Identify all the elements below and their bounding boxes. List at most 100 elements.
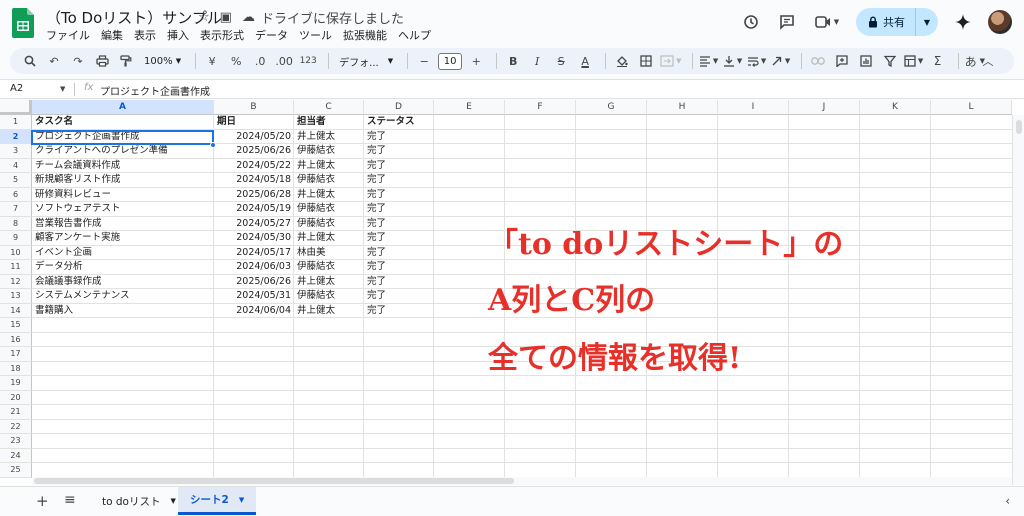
table-cell[interactable]: 林由美 xyxy=(294,246,364,261)
row-header[interactable]: 22 xyxy=(0,419,32,434)
table-cell[interactable]: 井上健太 xyxy=(294,304,364,319)
sheet-tab-todo[interactable]: to doリスト ▼ xyxy=(90,487,188,515)
table-cell[interactable]: 完了 xyxy=(364,159,434,174)
user-avatar[interactable] xyxy=(988,10,1012,34)
table-cell[interactable]: 完了 xyxy=(364,217,434,232)
table-cell[interactable]: 2024/05/20 xyxy=(214,130,294,145)
table-cell[interactable]: 完了 xyxy=(364,246,434,261)
table-cell[interactable]: 新規顧客リスト作成 xyxy=(32,173,214,188)
column-header-d[interactable]: D xyxy=(364,100,434,115)
table-cell[interactable]: 2024/06/04 xyxy=(214,304,294,319)
sheets-logo-icon[interactable] xyxy=(12,8,34,38)
all-sheets-icon[interactable]: ≡ xyxy=(64,492,76,508)
print-icon[interactable] xyxy=(92,51,112,71)
name-box[interactable]: A2 xyxy=(10,83,23,94)
table-cell[interactable]: 完了 xyxy=(364,173,434,188)
borders-icon[interactable] xyxy=(636,51,656,71)
table-cell[interactable]: 伊藤結衣 xyxy=(294,144,364,159)
filter-views-icon[interactable]: ▼ xyxy=(904,51,924,71)
column-header-a[interactable]: A xyxy=(32,100,214,115)
table-cell[interactable]: 完了 xyxy=(364,275,434,290)
search-menus-icon[interactable] xyxy=(20,51,40,71)
menu-help[interactable]: ヘルプ xyxy=(398,27,437,43)
undo-icon[interactable]: ↶ xyxy=(44,51,64,71)
menu-file[interactable]: ファイル xyxy=(46,27,96,43)
row-header[interactable]: 23 xyxy=(0,434,32,449)
name-box-dropdown-icon[interactable]: ▼ xyxy=(60,85,65,93)
row-header[interactable]: 8 xyxy=(0,216,32,231)
table-cell[interactable]: 井上健太 xyxy=(294,188,364,203)
table-cell[interactable]: 完了 xyxy=(364,231,434,246)
insert-comment-icon[interactable] xyxy=(832,51,852,71)
table-cell[interactable]: 完了 xyxy=(364,130,434,145)
table-cell[interactable]: 完了 xyxy=(364,304,434,319)
table-cell[interactable]: 2024/05/22 xyxy=(214,159,294,174)
menu-extensions[interactable]: 拡張機能 xyxy=(343,27,393,43)
row-header[interactable]: 3 xyxy=(0,144,32,159)
cloud-saved-icon[interactable]: ☁ xyxy=(242,10,255,25)
row-header[interactable]: 14 xyxy=(0,303,32,318)
font-size-input[interactable]: 10 xyxy=(438,52,463,70)
menu-edit[interactable]: 編集 xyxy=(101,27,129,43)
header-cell[interactable]: 期日 xyxy=(214,115,294,130)
decrease-decimal-button[interactable]: .0 xyxy=(250,51,270,71)
row-header[interactable]: 18 xyxy=(0,361,32,376)
table-cell[interactable]: 2024/05/31 xyxy=(214,289,294,304)
row-header[interactable]: 6 xyxy=(0,187,32,202)
column-header-i[interactable]: I xyxy=(718,100,789,115)
insert-chart-icon[interactable] xyxy=(856,51,876,71)
table-cell[interactable]: データ分析 xyxy=(32,260,214,275)
table-cell[interactable]: 伊藤結衣 xyxy=(294,202,364,217)
table-cell[interactable]: 井上健太 xyxy=(294,275,364,290)
number-format-button[interactable]: 123 xyxy=(298,51,318,71)
row-header[interactable]: 19 xyxy=(0,376,32,391)
menu-tools[interactable]: ツール xyxy=(299,27,338,43)
chevron-down-icon[interactable]: ▼ xyxy=(170,497,175,505)
fill-handle[interactable] xyxy=(210,142,216,148)
merge-cells-icon[interactable]: ▼ xyxy=(660,51,682,71)
table-cell[interactable]: 完了 xyxy=(364,144,434,159)
star-icon[interactable]: ☆ xyxy=(198,10,210,25)
row-header[interactable]: 10 xyxy=(0,245,32,260)
font-size-decrease-button[interactable]: − xyxy=(414,51,434,71)
table-cell[interactable]: チーム会議資料作成 xyxy=(32,159,214,174)
table-cell[interactable]: 完了 xyxy=(364,188,434,203)
row-header[interactable]: 20 xyxy=(0,390,32,405)
column-header-g[interactable]: G xyxy=(576,100,647,115)
horizontal-scrollbar[interactable] xyxy=(32,477,1012,485)
row-header[interactable]: 25 xyxy=(0,463,32,478)
table-cell[interactable]: 完了 xyxy=(364,260,434,275)
table-cell[interactable]: イベント企画 xyxy=(32,246,214,261)
table-cell[interactable]: 2025/06/26 xyxy=(214,275,294,290)
table-cell[interactable]: 2024/05/30 xyxy=(214,231,294,246)
table-cell[interactable]: 伊藤結衣 xyxy=(294,173,364,188)
column-header-l[interactable]: L xyxy=(931,100,1012,115)
table-cell[interactable]: 完了 xyxy=(364,289,434,304)
strikethrough-button[interactable]: S xyxy=(551,51,571,71)
row-header[interactable]: 13 xyxy=(0,289,32,304)
row-header[interactable]: 1 xyxy=(0,115,32,130)
text-color-button[interactable]: A xyxy=(575,51,595,71)
spreadsheet-grid[interactable]: A B C D E F G H I J K L 1 2 3 4 5 6 7 8 9 10 11 12 13 14 15 16 17 18 1… xyxy=(0,100,1024,485)
share-button[interactable]: 共有 ▼ xyxy=(856,8,938,36)
row-header[interactable]: 7 xyxy=(0,202,32,217)
font-family-select[interactable]: デフォ... ▼ xyxy=(335,51,397,71)
meet-video-icon[interactable]: ▼ xyxy=(812,11,842,33)
row-header[interactable]: 4 xyxy=(0,158,32,173)
row-header[interactable]: 2 xyxy=(0,129,32,144)
formula-input[interactable]: プロジェクト企画書作成 xyxy=(100,83,210,98)
document-title[interactable]: （To Doリスト）サンプル xyxy=(46,7,222,28)
chevron-down-icon[interactable]: ▼ xyxy=(239,496,244,504)
table-cell[interactable]: 2024/06/03 xyxy=(214,260,294,275)
side-panel-toggle-icon[interactable]: ‹ xyxy=(1005,494,1010,508)
table-cell[interactable]: 伊藤結衣 xyxy=(294,289,364,304)
currency-format-button[interactable]: ¥ xyxy=(202,51,222,71)
italic-button[interactable]: I xyxy=(527,51,547,71)
header-cell[interactable]: 担当者 xyxy=(294,115,364,130)
horizontal-align-icon[interactable]: ▼ xyxy=(699,51,719,71)
row-header[interactable]: 21 xyxy=(0,405,32,420)
vertical-scrollbar[interactable] xyxy=(1012,115,1024,485)
table-cell[interactable]: 伊藤結衣 xyxy=(294,217,364,232)
table-cell[interactable]: 2024/05/19 xyxy=(214,202,294,217)
row-header[interactable]: 24 xyxy=(0,448,32,463)
